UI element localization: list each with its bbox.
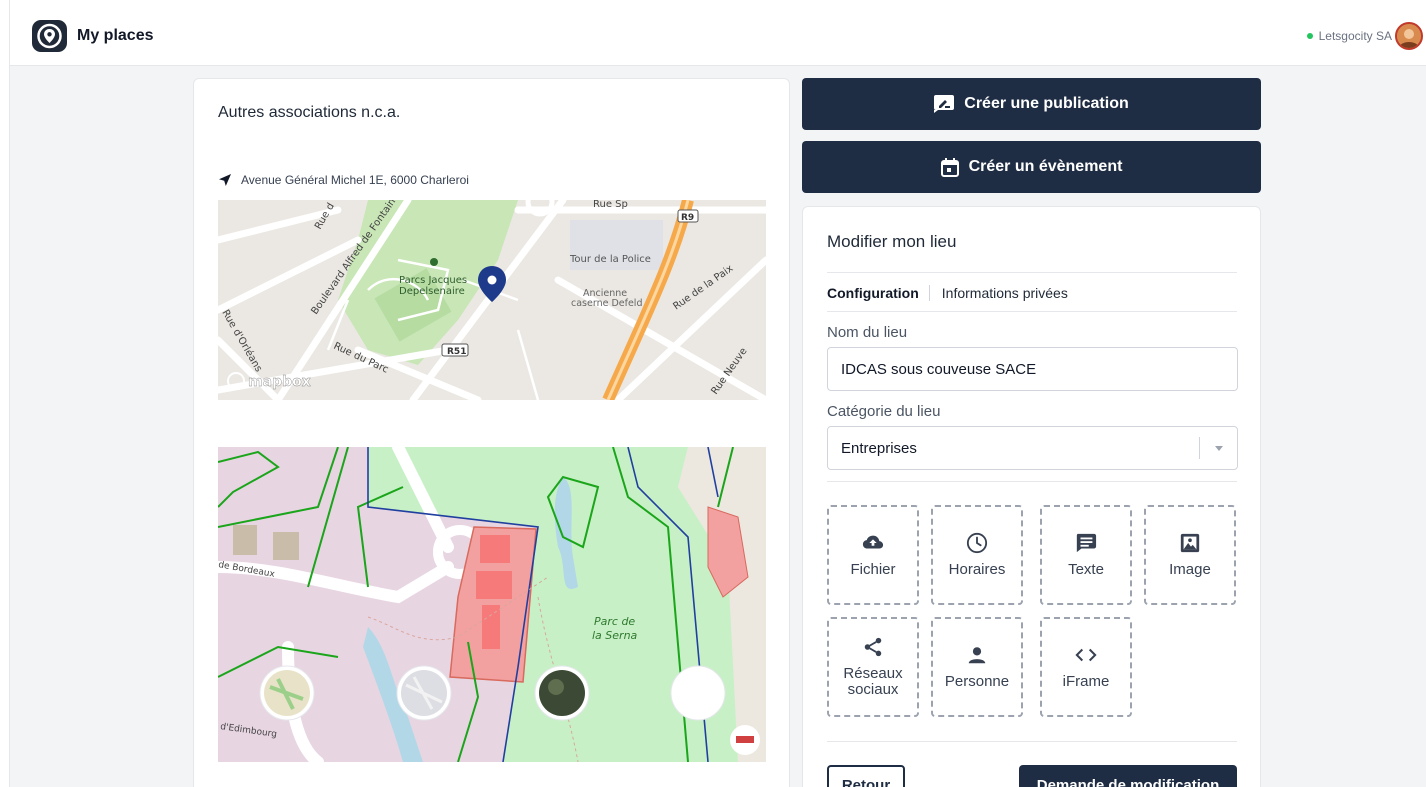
mapbox-logo-text: mapbox — [248, 374, 311, 390]
map-label-park2: Depelsenaire — [399, 286, 465, 297]
road-shield-r51-label: R51 — [447, 347, 466, 357]
edit-tabs: Configuration Informations privées — [827, 285, 1068, 301]
add-file-block-button[interactable]: Fichier — [827, 505, 919, 605]
place-category-label: Catégorie du lieu — [827, 403, 941, 420]
layer-switch-blank[interactable] — [670, 665, 726, 721]
person-icon — [968, 647, 986, 664]
place-address: Avenue Général Michel 1E, 6000 Charleroi — [218, 173, 469, 187]
tab-private-info[interactable]: Informations privées — [930, 285, 1068, 301]
tab-configuration[interactable]: Configuration — [827, 285, 930, 301]
tree-icon — [430, 258, 438, 266]
user-name[interactable]: Letsgocity SA — [1319, 29, 1392, 43]
edit-place-title: Modifier mon lieu — [827, 232, 957, 251]
top-bar: My places Letsgocity SA — [10, 0, 1426, 66]
compose-icon — [934, 95, 955, 113]
add-iframe-block-button[interactable]: iFrame — [1040, 617, 1132, 717]
request-modification-button[interactable]: Demande de modification — [1019, 765, 1237, 787]
block-label-image: Image — [1169, 561, 1211, 578]
select-separator — [1199, 437, 1200, 459]
cloud-upload-icon — [862, 535, 884, 549]
divider — [827, 741, 1237, 742]
map-label-rue-sp: Rue Sp — [593, 200, 628, 210]
message-icon — [1076, 533, 1097, 553]
layer-switch-streets[interactable] — [396, 665, 452, 721]
place-name-value: IDCAS sous couveuse SACE — [841, 360, 1037, 378]
add-person-block-button[interactable]: Personne — [931, 617, 1023, 717]
map-label-caserne2: caserne Defeld — [571, 298, 642, 309]
create-event-button[interactable]: Créer un évènement — [802, 141, 1261, 193]
map-attribution-icon[interactable] — [730, 725, 760, 755]
divider — [827, 272, 1237, 273]
left-rail — [0, 0, 10, 787]
app-title[interactable]: My places — [77, 27, 153, 45]
address-text: Avenue Général Michel 1E, 6000 Charleroi — [241, 173, 469, 187]
block-label-iframe: iFrame — [1062, 673, 1110, 690]
place-preview-card: Autres associations n.c.a. Avenue Généra… — [193, 78, 790, 787]
navigation-arrow-icon — [219, 174, 231, 186]
place-category-select[interactable]: Entreprises — [827, 426, 1238, 470]
street-map[interactable]: Parcs Jacques Depelsenaire Tour de la Po… — [218, 200, 766, 400]
block-label-text: Texte — [1068, 561, 1104, 578]
divider — [827, 481, 1237, 482]
location-pin-logo-icon[interactable] — [32, 20, 67, 52]
chevron-down-icon[interactable] — [1215, 446, 1223, 451]
divider — [827, 311, 1237, 312]
block-label-file: Fichier — [850, 561, 896, 578]
avatar[interactable] — [1395, 22, 1423, 50]
road-shield-r9-label: R9 — [681, 213, 694, 223]
place-name-input[interactable]: IDCAS sous couveuse SACE — [827, 347, 1238, 391]
map2-label-parc2: la Serna — [592, 629, 638, 642]
place-name-label: Nom du lieu — [827, 324, 908, 341]
map-label-police: Tour de la Police — [569, 254, 651, 265]
code-icon — [1075, 648, 1097, 662]
clock-icon — [966, 532, 988, 554]
create-publication-label: Créer une publication — [964, 95, 1129, 112]
add-text-block-button[interactable]: Texte — [1040, 505, 1132, 605]
back-button[interactable]: Retour — [827, 765, 905, 787]
add-hours-block-button[interactable]: Horaires — [931, 505, 1023, 605]
image-icon — [1180, 533, 1200, 553]
create-publication-button[interactable]: Créer une publication — [802, 78, 1261, 130]
add-social-block-button[interactable]: Réseaux sociaux — [827, 617, 919, 717]
share-icon — [864, 637, 882, 657]
calendar-icon — [940, 157, 959, 177]
online-status-dot — [1306, 33, 1313, 39]
add-image-block-button[interactable]: Image — [1144, 505, 1236, 605]
map-label-park: Parcs Jacques — [399, 275, 467, 286]
block-label-person: Personne — [944, 673, 1010, 690]
edit-place-card: Modifier mon lieu Configuration Informat… — [802, 206, 1261, 787]
layer-switch-satellite[interactable] — [534, 665, 590, 721]
layer-switch-plan[interactable] — [259, 665, 315, 721]
place-category-text: Autres associations n.c.a. — [218, 104, 401, 121]
user-status[interactable]: Letsgocity SA — [1306, 29, 1392, 43]
map2-label-parc: Parc de — [594, 615, 635, 628]
create-event-label: Créer un évènement — [968, 158, 1123, 175]
block-label-social: Réseaux sociaux — [843, 665, 903, 698]
cadastral-map[interactable]: Parc de la Serna de Bordeaux d'Edimbourg — [218, 447, 766, 762]
block-label-hours: Horaires — [948, 561, 1006, 578]
place-category-value: Entreprises — [841, 439, 917, 457]
